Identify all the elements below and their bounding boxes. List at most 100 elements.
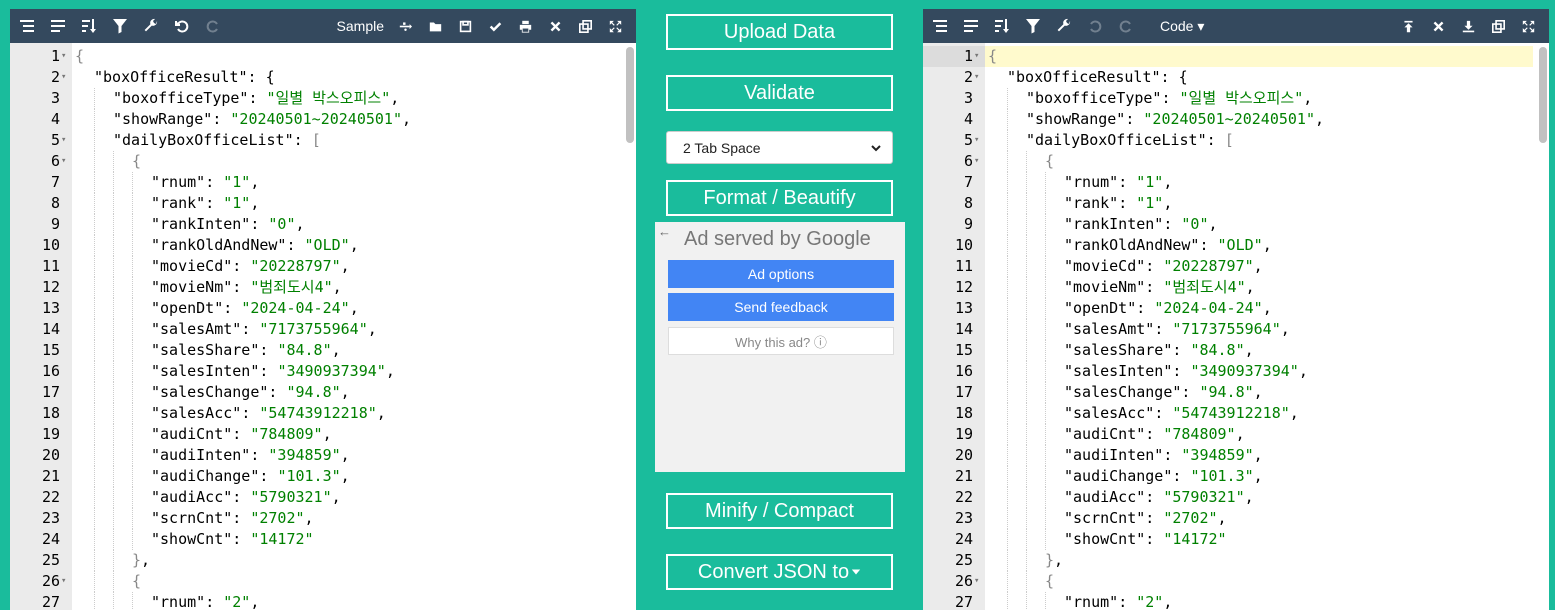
scrollbar[interactable] bbox=[626, 47, 634, 143]
fold-toggle-icon[interactable]: ▾ bbox=[974, 67, 984, 88]
line-number: 4 bbox=[963, 110, 973, 128]
save-icon[interactable] bbox=[456, 17, 474, 35]
json-string: "OLD" bbox=[304, 236, 350, 254]
format-beautify-button[interactable]: Format / Beautify bbox=[666, 180, 893, 216]
fold-toggle-icon[interactable]: ▾ bbox=[61, 46, 71, 67]
json-key: "rnum" bbox=[151, 173, 206, 191]
json-punctuation: : bbox=[1199, 236, 1218, 254]
json-key: "audiInten" bbox=[151, 446, 251, 464]
close-icon[interactable] bbox=[546, 17, 564, 35]
line-number: 17 bbox=[954, 383, 973, 401]
mode-dropdown[interactable]: Code ▾ bbox=[1160, 18, 1204, 35]
copy-icon[interactable] bbox=[576, 17, 594, 35]
fold-toggle-icon[interactable]: ▾ bbox=[974, 571, 984, 592]
usb-icon[interactable] bbox=[396, 17, 414, 35]
json-punctuation: : bbox=[1172, 341, 1191, 359]
json-string: "7173755964" bbox=[1172, 320, 1281, 338]
convert-json-button[interactable]: Convert JSON to bbox=[666, 554, 893, 590]
line-content: "rankInten": "0", bbox=[1064, 214, 1218, 235]
filter-icon[interactable] bbox=[109, 15, 131, 37]
send-feedback-button[interactable]: Send feedback bbox=[668, 293, 894, 321]
json-key: "rnum" bbox=[1064, 593, 1119, 610]
line-number: 26 bbox=[41, 572, 60, 590]
scrollbar[interactable] bbox=[1539, 47, 1547, 143]
indent-guide bbox=[94, 88, 95, 109]
format-icon[interactable] bbox=[929, 15, 951, 37]
indent-guide bbox=[1007, 193, 1008, 214]
minify-compact-button[interactable]: Minify / Compact bbox=[666, 493, 893, 529]
indent-guide bbox=[94, 214, 95, 235]
left-code-area[interactable]: 1 ▾{2 ▾ "boxOfficeResult": {3 "boxofficeType… bbox=[10, 43, 636, 610]
indent-guide bbox=[1026, 193, 1027, 214]
json-punctuation: : bbox=[232, 278, 251, 296]
code-line: 4 "showRange": "20240501~20240501", bbox=[10, 109, 636, 130]
indent-guide bbox=[1026, 466, 1027, 487]
fold-toggle-icon[interactable]: ▾ bbox=[974, 46, 984, 67]
copy-icon[interactable] bbox=[1489, 17, 1507, 35]
json-punctuation: , bbox=[1262, 299, 1272, 317]
json-punctuation: , bbox=[340, 383, 350, 401]
code-line: 8 "rank": "1", bbox=[923, 193, 1549, 214]
right-code-area[interactable]: 1 ▾{2 ▾ "boxOfficeResult": {3 "boxofficeType… bbox=[923, 43, 1549, 610]
indent-guide bbox=[1026, 529, 1027, 550]
redo-icon[interactable] bbox=[202, 15, 224, 37]
filter-icon[interactable] bbox=[1022, 15, 1044, 37]
fold-toggle-icon[interactable]: ▾ bbox=[974, 130, 984, 151]
indent-guide bbox=[1026, 298, 1027, 319]
json-string: "3490937394" bbox=[277, 362, 386, 380]
sort-icon[interactable] bbox=[78, 15, 100, 37]
upload-icon[interactable] bbox=[1399, 17, 1417, 35]
validate-button[interactable]: Validate bbox=[666, 75, 893, 111]
indent-guide bbox=[1045, 529, 1046, 550]
indent-guide bbox=[132, 361, 133, 382]
fold-toggle-icon[interactable]: ▾ bbox=[61, 571, 71, 592]
compact-icon[interactable] bbox=[47, 15, 69, 37]
download-icon[interactable] bbox=[1459, 17, 1477, 35]
sort-icon[interactable] bbox=[991, 15, 1013, 37]
fullscreen-icon[interactable] bbox=[606, 17, 624, 35]
mode-label: Code bbox=[1160, 17, 1194, 34]
line-content: "salesAcc": "54743912218", bbox=[151, 403, 386, 424]
undo-icon[interactable] bbox=[171, 15, 193, 37]
back-arrow-icon[interactable]: ← bbox=[658, 224, 671, 239]
fullscreen-icon[interactable] bbox=[1519, 17, 1537, 35]
line-content: "salesChange": "94.8", bbox=[151, 382, 350, 403]
json-punctuation: , bbox=[1217, 509, 1227, 527]
tab-space-select[interactable]: 2 Tab Space bbox=[666, 131, 893, 164]
fold-toggle-icon[interactable]: ▾ bbox=[61, 151, 71, 172]
repair-icon[interactable] bbox=[140, 15, 162, 37]
indent-guide bbox=[113, 277, 114, 298]
line-content: "rankInten": "0", bbox=[151, 214, 305, 235]
print-icon[interactable] bbox=[516, 17, 534, 35]
json-key: "salesAcc" bbox=[151, 404, 242, 422]
code-line: 24 "showCnt": "14172" bbox=[10, 529, 636, 550]
indent-guide bbox=[1007, 277, 1008, 298]
close-icon[interactable] bbox=[1429, 17, 1447, 35]
indent-guide bbox=[94, 361, 95, 382]
upload-data-button[interactable]: Upload Data bbox=[666, 14, 893, 50]
check-icon[interactable] bbox=[486, 17, 504, 35]
redo-icon[interactable] bbox=[1115, 15, 1137, 37]
compact-icon[interactable] bbox=[960, 15, 982, 37]
fold-toggle-icon[interactable]: ▾ bbox=[974, 151, 984, 172]
indent-guide bbox=[113, 424, 114, 445]
json-punctuation: , bbox=[1163, 194, 1173, 212]
code-line: 27 "rnum": "2", bbox=[10, 592, 636, 610]
code-line: 2 ▾ "boxOfficeResult": { bbox=[923, 67, 1549, 88]
format-icon[interactable] bbox=[16, 15, 38, 37]
indent-guide bbox=[132, 382, 133, 403]
json-punctuation: , bbox=[304, 509, 314, 527]
fold-toggle-icon[interactable]: ▾ bbox=[61, 67, 71, 88]
json-key: "openDt" bbox=[151, 299, 224, 317]
indent-guide bbox=[132, 298, 133, 319]
fold-toggle-icon[interactable]: ▾ bbox=[61, 130, 71, 151]
ad-options-button[interactable]: Ad options bbox=[668, 260, 894, 288]
indent-guide bbox=[113, 256, 114, 277]
undo-icon[interactable] bbox=[1084, 15, 1106, 37]
json-key: "salesInten" bbox=[151, 362, 260, 380]
why-this-ad-button[interactable]: Why this ad? ⓘ bbox=[668, 327, 894, 355]
line-content: "boxofficeType": "일별 박스오피스", bbox=[1026, 88, 1312, 109]
open-folder-icon[interactable] bbox=[426, 17, 444, 35]
json-punctuation: : bbox=[1145, 488, 1164, 506]
repair-icon[interactable] bbox=[1053, 15, 1075, 37]
